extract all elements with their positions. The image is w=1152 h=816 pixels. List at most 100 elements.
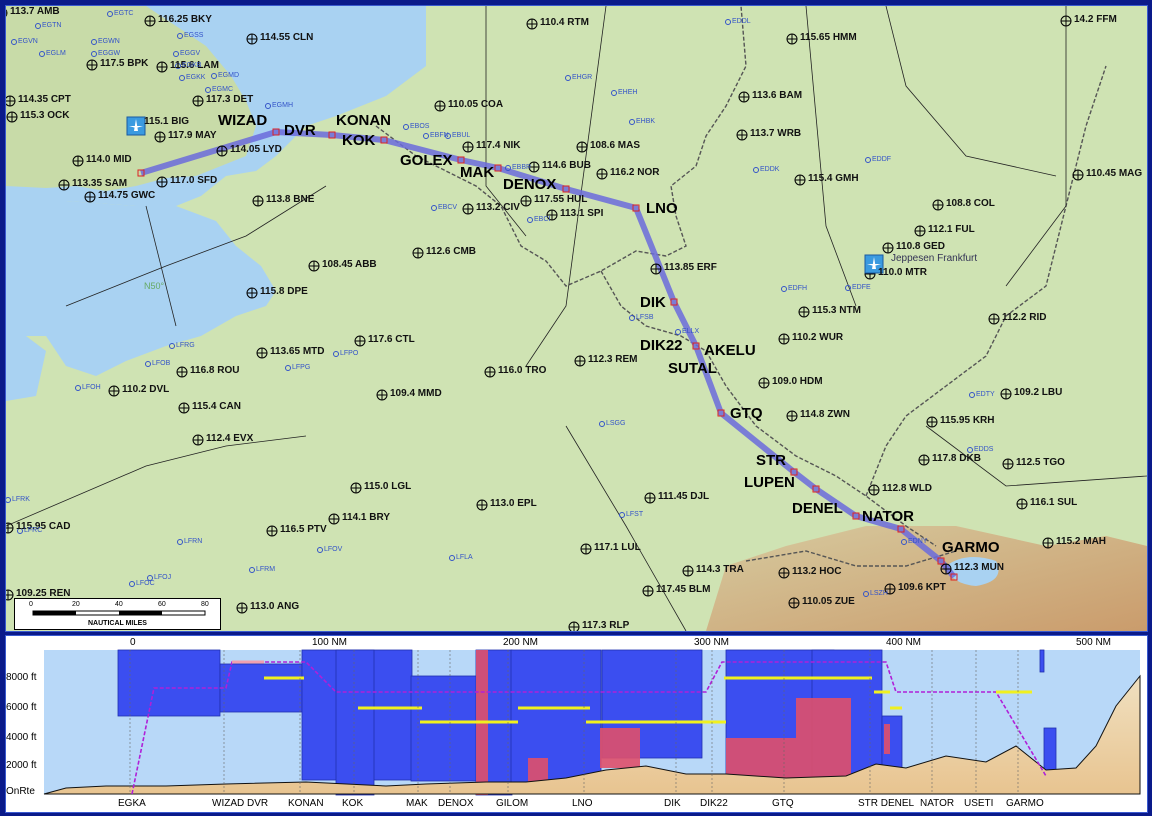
navaid-label-113-6-bam[interactable]: 113.6 BAM: [752, 90, 802, 101]
navaid-label-116-8-rou[interactable]: 116.8 ROU: [190, 365, 239, 376]
airport-lfpg[interactable]: LFPG: [292, 364, 310, 371]
vor-dpe-icon[interactable]: [246, 287, 258, 299]
profile-waypoint-nator[interactable]: NATOR: [920, 798, 954, 809]
navaid-label-110-2-wur[interactable]: 110.2 WUR: [792, 332, 843, 343]
vor-ock-icon[interactable]: [6, 111, 18, 123]
vor-dvl-icon[interactable]: [108, 385, 120, 397]
airport-lfoj[interactable]: LFOJ: [154, 574, 171, 581]
vor-ful-icon[interactable]: [914, 225, 926, 237]
airport-eddf[interactable]: EDDF: [872, 156, 891, 163]
navaid-label-113-65-mtd[interactable]: 113.65 MTD: [270, 346, 324, 357]
waypoint-denox[interactable]: DENOX: [503, 176, 556, 193]
navaid-label-113-2-civ[interactable]: 113.2 CIV: [476, 202, 520, 213]
vor-mid-icon[interactable]: [72, 155, 84, 167]
navaid-label-114-0-mid[interactable]: 114.0 MID: [86, 154, 132, 165]
vor-wur-icon[interactable]: [778, 333, 790, 345]
navaid-label-114-05-lyd[interactable]: 114.05 LYD: [230, 144, 282, 155]
waypoint-akelu[interactable]: AKELU: [704, 342, 756, 359]
airport-lfpo[interactable]: LFPO: [340, 350, 358, 357]
navaid-label-115-0-lgl[interactable]: 115.0 LGL: [364, 481, 411, 492]
navaid-label-109-4-mmd[interactable]: 109.4 MMD: [390, 388, 442, 399]
vor-rem-icon[interactable]: [574, 355, 586, 367]
airport-ebul[interactable]: EBUL: [452, 132, 470, 139]
restricted-block-5[interactable]: [884, 724, 890, 754]
map-canvas[interactable]: [6, 6, 1147, 631]
airport-lfsb[interactable]: LFSB: [636, 314, 654, 321]
vor-erf-icon[interactable]: [650, 263, 662, 275]
navaid-label-110-8-ged[interactable]: 110.8 GED: [896, 241, 945, 252]
airport-lfob[interactable]: LFOB: [152, 360, 170, 367]
navaid-label-114-6-bub[interactable]: 114.6 BUB: [542, 160, 591, 171]
vor-blm-icon[interactable]: [642, 585, 654, 597]
airport-egkk[interactable]: EGKK: [186, 74, 205, 81]
major-airport-0-icon[interactable]: [126, 116, 146, 136]
airport-lfla[interactable]: LFLA: [456, 554, 473, 561]
navaid-label-117-5-bpk[interactable]: 117.5 BPK: [100, 58, 148, 69]
navaid-label-115-1-big[interactable]: 115.1 BIG: [144, 116, 189, 127]
airport-egwn[interactable]: EGWN: [98, 38, 120, 45]
airport-eheh[interactable]: EHEH: [618, 89, 637, 96]
vor-ntm-icon[interactable]: [798, 306, 810, 318]
vor-rou-icon[interactable]: [176, 366, 188, 378]
airport-edds[interactable]: EDDS: [974, 446, 993, 453]
map-view[interactable]: Jeppesen Frankfurt N50° 0 20 40 60 80 NAUTIC…: [5, 5, 1148, 632]
navaid-label-112-5-tgo[interactable]: 112.5 TGO: [1016, 457, 1065, 468]
vor-mtd-icon[interactable]: [256, 347, 268, 359]
vor-bne-icon[interactable]: [252, 195, 264, 207]
navaid-label-117-8-dkb[interactable]: 117.8 DKB: [932, 453, 981, 464]
navaid-label-115-4-gmh[interactable]: 115.4 GMH: [808, 173, 859, 184]
vor-cln-icon[interactable]: [246, 33, 258, 45]
restricted-block-3[interactable]: [726, 738, 796, 778]
airport-eddl[interactable]: EDDL: [732, 18, 751, 25]
navaid-label-112-4-evx[interactable]: 112.4 EVX: [206, 433, 253, 444]
vor-bky-icon[interactable]: [144, 15, 156, 27]
restricted-block-2[interactable]: [600, 728, 640, 768]
profile-canvas[interactable]: [6, 636, 1147, 812]
navaid-label-115-3-ntm[interactable]: 115.3 NTM: [812, 305, 861, 316]
airport-edfh[interactable]: EDFH: [788, 285, 807, 292]
navaid-label-110-0-mtr[interactable]: 110.0 MTR: [878, 267, 927, 278]
navaid-label-108-6-mas[interactable]: 108.6 MAS: [590, 140, 640, 151]
waypoint-mak[interactable]: MAK: [460, 164, 494, 181]
waypoint-lno[interactable]: LNO: [646, 200, 678, 217]
navaid-label-115-4-can[interactable]: 115.4 CAN: [192, 401, 241, 412]
navaid-label-113-85-erf[interactable]: 113.85 ERF: [664, 262, 717, 273]
vor-nor-icon[interactable]: [596, 168, 608, 180]
vor-may-icon[interactable]: [154, 131, 166, 143]
vor-ffm-icon[interactable]: [1060, 15, 1072, 27]
airport-egmc[interactable]: EGMC: [212, 86, 233, 93]
profile-waypoint-str-denel[interactable]: STR DENEL: [858, 798, 914, 809]
profile-waypoint-denox[interactable]: DENOX: [438, 798, 474, 809]
vor-wld-icon[interactable]: [868, 484, 880, 496]
navaid-label-14-2-ffm[interactable]: 14.2 FFM: [1074, 14, 1117, 25]
vor-lam-icon[interactable]: [156, 61, 168, 73]
profile-waypoint-kok[interactable]: KOK: [342, 798, 363, 809]
airport-egvn[interactable]: EGVN: [18, 38, 38, 45]
airport-ehbk[interactable]: EHBK: [636, 118, 655, 125]
airspace-block-3[interactable]: [335, 649, 375, 796]
navaid-label-110-2-dvl[interactable]: 110.2 DVL: [122, 384, 169, 395]
airspace-block-6[interactable]: [510, 649, 602, 786]
navaid-label-108-45-abb[interactable]: 108.45 ABB: [322, 259, 377, 270]
airport-egtn[interactable]: EGTN: [42, 22, 61, 29]
airport-ebci[interactable]: EBCI: [534, 216, 550, 223]
navaid-label-109-6-kpt[interactable]: 109.6 KPT: [898, 582, 946, 593]
vor-mag-icon[interactable]: [1072, 169, 1084, 181]
navaid-label-112-3-rem[interactable]: 112.3 REM: [588, 354, 637, 365]
profile-waypoint-mak[interactable]: MAK: [406, 798, 428, 809]
airport-ebbr[interactable]: EBBR: [512, 164, 531, 171]
waypoint-nator[interactable]: NATOR: [862, 508, 914, 525]
navaid-label-112-6-cmb[interactable]: 112.6 CMB: [426, 246, 476, 257]
waypoint-konan[interactable]: KONAN: [336, 112, 391, 129]
vor-mun-icon[interactable]: [940, 563, 952, 575]
airport-lfst[interactable]: LFST: [626, 511, 643, 518]
airport-lfrg[interactable]: LFRG: [176, 342, 195, 349]
vor-hul-icon[interactable]: [520, 195, 532, 207]
restricted-block-4[interactable]: [796, 698, 851, 778]
vor-rtm-icon[interactable]: [526, 18, 538, 30]
airport-lfrk[interactable]: LFRK: [12, 496, 30, 503]
navaid-label-109-0-hdm[interactable]: 109.0 HDM: [772, 376, 823, 387]
vor-evx-icon[interactable]: [192, 434, 204, 446]
airport-egkb[interactable]: EGKB: [182, 62, 201, 69]
vor-tgo-icon[interactable]: [1002, 458, 1014, 470]
